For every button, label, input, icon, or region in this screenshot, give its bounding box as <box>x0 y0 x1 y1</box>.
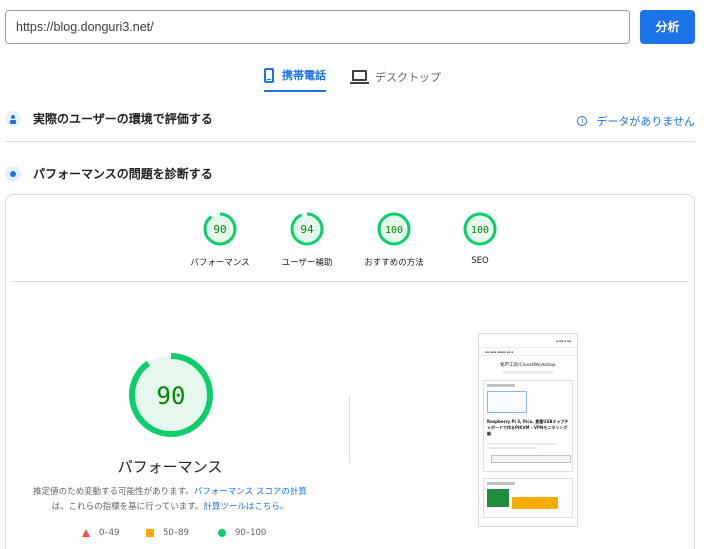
score-calc-link[interactable]: パフォーマンス スコアの計算 <box>194 487 307 497</box>
url-input[interactable]: https://blog.donguri3.net/ <box>5 10 630 44</box>
thumb-post-card: Raspberry Pi 3, Pico, 貴重USBキャプチャボードで作るPi… <box>483 380 573 472</box>
final-screenshot-thumbnail[interactable]: ▪ ▪▪ ▪ ▪▪ ▪▪ ▪▪▪ ▪▪▪▪ ▪▪ ▪ 秘芦工房/ClosetWo… <box>478 333 578 527</box>
square-icon <box>146 529 154 537</box>
thumb-menu: ▪▪ ▪▪▪ ▪▪▪▪ ▪▪ ▪ <box>479 348 577 356</box>
score-label: パフォーマンス <box>190 258 250 268</box>
diagnose-title: パフォーマンスの問題を診断する <box>33 167 213 181</box>
performance-score: 90 <box>157 382 186 410</box>
vertical-divider <box>349 395 350 463</box>
no-data-link[interactable]: i データがありません <box>577 113 695 129</box>
circle-icon <box>218 529 226 537</box>
tab-desktop-label: デスクトップ <box>375 71 441 84</box>
triangle-icon <box>82 529 90 537</box>
thumb-post-image <box>487 391 527 413</box>
field-data-header: 実際のユーザーの環境で評価する <box>5 110 213 127</box>
no-data-label: データがありません <box>596 115 695 128</box>
score-value: 94 <box>300 223 314 236</box>
score-label: SEO <box>471 256 489 266</box>
legend-range: 90–100 <box>235 528 267 538</box>
tab-mobile-label: 携帯電話 <box>282 69 326 82</box>
legend-range: 50–89 <box>163 528 189 538</box>
diagnose-header: パフォーマンスの問題を診断する <box>5 165 213 182</box>
performance-title: パフォーマンス <box>117 458 223 476</box>
field-data-title: 実際のユーザーの環境で評価する <box>33 112 213 126</box>
thumb-site-title: 秘芦工房/ClosetWorkshop <box>500 363 556 368</box>
desc-text-2: は、これらの指標を基に行っています。 <box>51 502 204 512</box>
score-gauge-performance[interactable]: 90 <box>203 212 237 246</box>
legend-average: 50–89 <box>146 528 189 538</box>
tab-mobile[interactable]: 携帯電話 <box>264 62 326 92</box>
thumb-post-card-2 <box>483 478 573 518</box>
legend-good: 90–100 <box>218 528 266 538</box>
tab-desktop[interactable]: デスクトップ <box>350 62 441 92</box>
phone-icon <box>264 67 274 83</box>
thumb-cookie-banner <box>512 497 558 509</box>
score-gauge-seo[interactable]: 100 <box>463 212 497 246</box>
thumb-topbar: ▪ ▪▪ ▪ ▪▪ <box>479 334 577 348</box>
score-label: おすすめの方法 <box>364 258 424 268</box>
thumb-post-image-2 <box>487 489 509 507</box>
score-gauge-best-practices[interactable]: 100 <box>377 212 411 246</box>
score-label: ユーザー補助 <box>281 258 333 268</box>
legend-range: 0–49 <box>99 528 120 538</box>
thumb-headline: Raspberry Pi 3, Pico, 貴重USBキャプチャボードで作るPi… <box>487 419 569 436</box>
score-value: 100 <box>471 225 489 236</box>
section-divider <box>5 141 695 142</box>
lab-icon <box>5 165 21 182</box>
analyze-button[interactable]: 分析 <box>640 10 695 44</box>
performance-description: 推定値のため変動する可能性があります。パフォーマンス スコアの計算 は、これらの… <box>14 485 326 515</box>
monitor-icon <box>350 70 369 84</box>
performance-gauge-large: 90 <box>129 353 213 437</box>
card-divider <box>12 281 688 282</box>
legend-poor: 0–49 <box>82 528 119 538</box>
thumb-nav: ▪ ▪▪ ▪ ▪▪ <box>555 338 571 343</box>
desc-text-1: 推定値のため変動する可能性があります。 <box>33 487 194 497</box>
info-icon: i <box>577 116 588 126</box>
score-value: 90 <box>213 223 226 236</box>
score-gauge-accessibility[interactable]: 94 <box>290 212 324 246</box>
score-value: 100 <box>385 225 403 236</box>
users-icon <box>5 110 21 127</box>
calculator-link[interactable]: 計算ツールはこちら。 <box>203 502 288 512</box>
